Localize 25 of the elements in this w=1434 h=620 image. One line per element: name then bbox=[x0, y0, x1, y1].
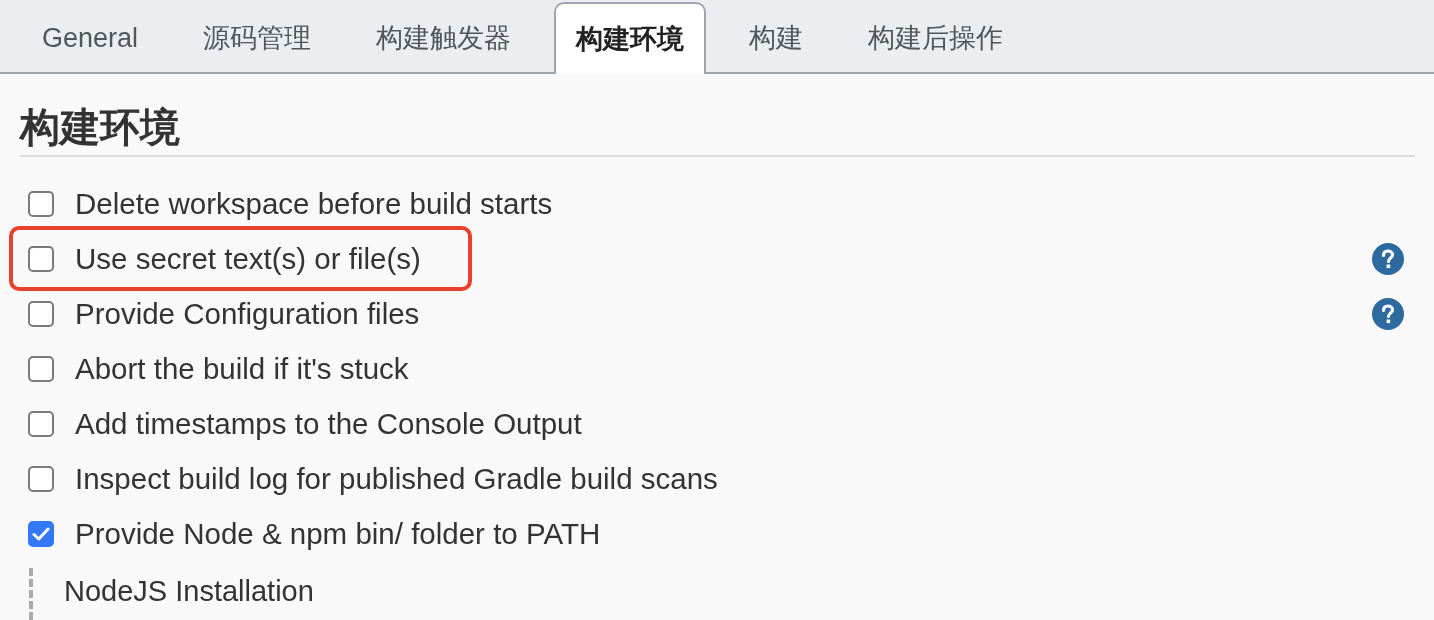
tab[interactable]: 源码管理 bbox=[181, 2, 334, 72]
checkbox[interactable] bbox=[28, 300, 54, 327]
tab[interactable]: General bbox=[20, 2, 161, 72]
option-label: Delete workspace before build starts bbox=[75, 186, 553, 221]
option-label: Use secret text(s) or file(s) bbox=[75, 241, 421, 276]
subsection-label: NodeJS Installation bbox=[64, 574, 314, 608]
checkbox[interactable] bbox=[28, 245, 54, 272]
tab[interactable]: 构建环境 bbox=[554, 2, 707, 74]
option-label: Add timestamps to the Console Output bbox=[75, 406, 582, 441]
option-label: Abort the build if it's stuck bbox=[75, 351, 409, 386]
checkbox[interactable] bbox=[28, 190, 54, 217]
help-icon[interactable] bbox=[1372, 297, 1404, 330]
checkbox[interactable] bbox=[28, 520, 54, 547]
check-icon bbox=[32, 526, 50, 541]
tab[interactable]: 构建 bbox=[727, 2, 826, 72]
section-title: 构建环境 bbox=[20, 105, 180, 149]
help-icon[interactable] bbox=[1372, 242, 1404, 275]
checkbox[interactable] bbox=[28, 410, 54, 437]
checkbox[interactable] bbox=[28, 355, 54, 382]
tab[interactable]: 构建后操作 bbox=[846, 2, 1026, 72]
tab[interactable]: 构建触发器 bbox=[354, 2, 534, 72]
option-label: Provide Node & npm bin/ folder to PATH bbox=[75, 516, 601, 551]
checkbox[interactable] bbox=[28, 465, 54, 492]
option-label: Inspect build log for published Gradle build scans bbox=[75, 461, 718, 496]
option-label: Provide Configuration files bbox=[75, 296, 420, 331]
